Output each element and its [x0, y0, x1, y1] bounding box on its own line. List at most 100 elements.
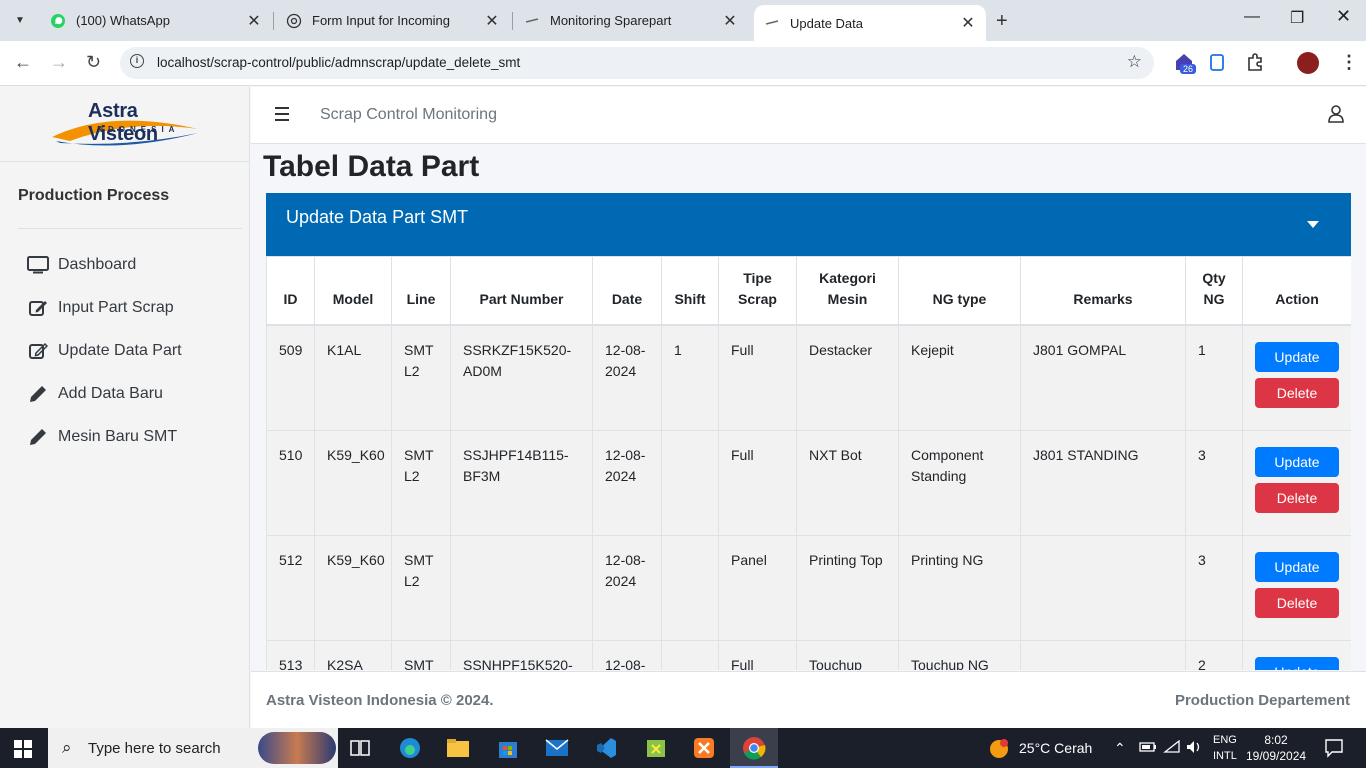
cell-line: SMT L2 — [391, 534, 451, 641]
sidebar-item-label: Input Part Scrap — [58, 299, 174, 316]
restore-icon[interactable]: ❐ — [1290, 8, 1304, 28]
table-row: 510 K59_K60 SMT L2 SSJHPF14B115-BF3M 12-… — [266, 429, 1351, 536]
cell-part-number: SSNHPF15K520-KB0M — [450, 639, 593, 670]
sidebar-item-dashboard[interactable]: Dashboard — [26, 250, 136, 280]
weather-text[interactable]: 25°C Cerah — [1019, 740, 1092, 756]
close-icon[interactable]: ✕ — [484, 11, 500, 31]
cell-date: 12-08-2024 — [592, 324, 662, 431]
cell-action: Update Delete — [1242, 429, 1351, 536]
cell-kategori-mesin: NXT Bot — [796, 429, 899, 536]
sidebar-section-title: Production Process — [18, 187, 170, 204]
tab-separator — [512, 12, 513, 30]
cell-line: SMT L2 — [391, 324, 451, 431]
new-tab-plus-icon[interactable]: + — [996, 10, 1008, 33]
navbar-title[interactable]: Scrap Control Monitoring — [320, 106, 497, 124]
clock-time: 8:02 — [1264, 733, 1288, 747]
speaker-icon[interactable] — [1186, 740, 1204, 757]
column-header: Kategori Mesin — [796, 256, 899, 326]
address-bar[interactable]: i localhost/scrap-control/public/admnscr… — [120, 47, 1154, 79]
extension-clipboard-icon[interactable] — [1210, 53, 1226, 76]
cell-ng-type: Component Standing — [898, 429, 1021, 536]
tray-chevron-up-icon[interactable]: ⌃ — [1114, 740, 1126, 757]
cell-line: SMT L2 — [391, 429, 451, 536]
microsoft-store-icon[interactable] — [496, 736, 520, 760]
site-info-icon[interactable]: i — [130, 54, 144, 68]
search-icon: ⌕ — [62, 738, 72, 757]
xampp-icon[interactable] — [692, 736, 716, 760]
tab-monitoring-sparepart[interactable]: Monitoring Sparepart ✕ — [514, 0, 748, 41]
table-row: 512 K59_K60 SMT L2 12-08-2024 Panel Prin… — [266, 534, 1351, 641]
close-icon[interactable]: ✕ — [960, 13, 976, 33]
cell-action: Update Delete — [1242, 534, 1351, 641]
cell-date: 12-08-2024 — [592, 429, 662, 536]
cell-kategori-mesin: Destacker — [796, 324, 899, 431]
update-button[interactable]: Update — [1255, 341, 1339, 372]
sidebar-item-update-data-part[interactable]: Update Data Part — [26, 336, 182, 366]
delete-button[interactable]: Delete — [1255, 482, 1339, 513]
reload-icon[interactable]: ↻ — [86, 52, 101, 73]
profile-avatar[interactable] — [1297, 52, 1319, 74]
search-placeholder: Type here to search — [88, 740, 221, 757]
user-icon[interactable] — [1328, 105, 1344, 128]
update-button[interactable]: Update — [1255, 446, 1339, 477]
url-text[interactable]: localhost/scrap-control/public/admnscrap… — [157, 55, 520, 70]
update-button[interactable]: Update — [1255, 656, 1339, 670]
sidebar-item-input-part-scrap[interactable]: Input Part Scrap — [26, 293, 174, 323]
taskbar-search-box[interactable]: ⌕ Type here to search — [48, 728, 338, 768]
browser-menu-icon[interactable]: ⋮ — [1340, 52, 1358, 73]
vscode-icon[interactable] — [594, 736, 618, 760]
delete-button[interactable]: Delete — [1255, 587, 1339, 618]
collapse-caret-icon[interactable] — [1307, 221, 1319, 228]
window-close-icon[interactable]: ✕ — [1336, 6, 1351, 27]
task-view-icon[interactable] — [348, 736, 372, 760]
sidebar-item-add-data-baru[interactable]: Add Data Baru — [26, 379, 163, 409]
forward-arrow-icon[interactable]: → — [50, 52, 68, 73]
tab-title: (100) WhatsApp — [76, 13, 170, 28]
cell-model: K1AL — [314, 324, 392, 431]
company-logo[interactable]: Astra Visteon INDONESIA — [50, 99, 200, 149]
system-clock[interactable]: 8:02 19/09/2024 — [1246, 732, 1306, 764]
weather-icon[interactable] — [988, 738, 1010, 763]
column-header: Model — [314, 256, 392, 326]
chrome-icon[interactable] — [742, 736, 766, 760]
cell-tipe-scrap: Full — [718, 429, 797, 536]
tab-form-input[interactable]: Form Input for Incoming ✕ — [276, 0, 510, 41]
file-explorer-icon[interactable] — [446, 736, 470, 760]
edit-square-icon — [26, 298, 50, 318]
column-header: Qty NG — [1185, 256, 1243, 326]
cell-qty-ng: 1 — [1185, 324, 1243, 431]
clock-date: 19/09/2024 — [1246, 749, 1307, 763]
delete-button[interactable]: Delete — [1255, 377, 1339, 408]
hamburger-menu-icon[interactable] — [275, 107, 289, 125]
globe-icon — [286, 13, 302, 29]
windows-start-icon[interactable] — [14, 740, 32, 758]
cell-date: 12-08-2024 — [592, 639, 662, 670]
sidebar-item-mesin-baru-smt[interactable]: Mesin Baru SMT — [26, 422, 177, 452]
monitor-icon — [26, 255, 50, 275]
language-indicator[interactable]: ENG INTL — [1213, 732, 1237, 764]
cell-line: SMT L1 — [391, 639, 451, 670]
wifi-icon[interactable] — [1163, 739, 1181, 757]
cell-part-number — [450, 534, 593, 641]
column-header: Part Number — [450, 256, 593, 326]
tab-whatsapp[interactable]: (100) WhatsApp ✕ — [40, 0, 272, 41]
update-button[interactable]: Update — [1255, 551, 1339, 582]
edge-browser-icon[interactable] — [398, 736, 422, 760]
mail-icon[interactable] — [545, 736, 569, 760]
tab-title: Monitoring Sparepart — [550, 13, 672, 28]
xampp-file-icon[interactable] — [644, 736, 668, 760]
tab-search-chevron-icon[interactable]: ▼ — [8, 8, 32, 32]
bookmark-star-icon[interactable]: ☆ — [1127, 52, 1142, 72]
minimize-icon[interactable]: — — [1244, 8, 1260, 26]
close-icon[interactable]: ✕ — [246, 11, 262, 31]
close-icon[interactable]: ✕ — [722, 11, 738, 31]
back-arrow-icon[interactable]: ← — [14, 52, 32, 73]
battery-icon[interactable] — [1139, 740, 1157, 757]
footer-copyright: Astra Visteon Indonesia © 2024. — [266, 692, 494, 709]
tab-update-data[interactable]: Update Data ✕ — [754, 5, 986, 41]
page-icon — [764, 15, 780, 31]
cell-date: 12-08-2024 — [592, 534, 662, 641]
extensions-puzzle-icon[interactable] — [1246, 53, 1264, 76]
notifications-icon[interactable] — [1324, 738, 1344, 761]
pencil-icon — [26, 384, 50, 404]
